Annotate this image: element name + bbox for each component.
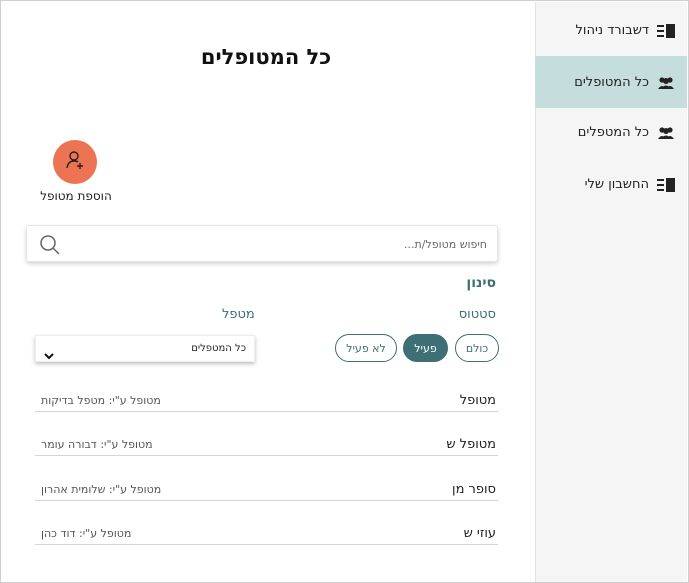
patient-row[interactable]: סופר מן מטופל ע"י: שלומית אהרון	[35, 479, 498, 501]
patient-row[interactable]: עוזי ש מטופל ע"י: דוד כהן	[35, 523, 498, 545]
sidebar-item-dashboard[interactable]: דשבורד ניהול	[535, 4, 687, 56]
patient-therapist: מטופל ע"י: מטפל בדיקות	[41, 394, 161, 407]
add-patient-label: הוספת מטופל	[40, 189, 112, 203]
therapist-select-value: כל המטפלים	[191, 343, 246, 354]
document-list-icon	[657, 23, 675, 38]
filter-title: סינון	[466, 275, 496, 291]
add-patient-button[interactable]	[53, 140, 97, 184]
status-filter-label: סטטוס	[458, 307, 496, 322]
sidebar-item-label: החשבון שלי	[584, 176, 649, 192]
document-list-icon	[657, 177, 675, 192]
users-icon	[657, 125, 675, 139]
patient-name: מטופל	[459, 393, 496, 408]
sidebar-item-label: דשבורד ניהול	[575, 22, 649, 38]
therapist-select[interactable]: כל המטפלים	[35, 335, 255, 362]
sidebar-item-all-patients[interactable]: כל המטופלים	[535, 56, 687, 108]
patient-name: סופר מן	[452, 482, 496, 497]
status-inactive-button[interactable]: לא פעיל	[335, 334, 397, 362]
patient-row[interactable]: מטופל מטופל ע"י: מטפל בדיקות	[35, 390, 498, 412]
patient-name: עוזי ש	[463, 526, 496, 541]
therapist-filter-label: מטפל	[222, 307, 255, 322]
chevron-down-icon	[44, 345, 54, 359]
sidebar: דשבורד ניהול כל המטופלים כל המטפלים החשב…	[535, 2, 687, 582]
search-icon[interactable]	[39, 234, 61, 256]
sidebar-item-label: כל המטופלים	[574, 74, 649, 90]
users-icon	[657, 75, 675, 89]
sidebar-item-my-account[interactable]: החשבון שלי	[535, 158, 687, 210]
search-input[interactable]	[97, 234, 487, 254]
patient-therapist: מטופל ע"י: דוד כהן	[41, 527, 132, 540]
patient-therapist: מטופל ע"י: דבורה עומר	[41, 438, 153, 451]
sidebar-item-label: כל המטפלים	[577, 124, 649, 140]
search-box	[26, 225, 498, 262]
patient-name: מטופל ש	[446, 437, 496, 452]
status-active-button[interactable]: פעיל	[403, 334, 448, 362]
patient-row[interactable]: מטופל ש מטופל ע"י: דבורה עומר	[35, 434, 498, 456]
sidebar-item-all-therapists[interactable]: כל המטפלים	[535, 106, 687, 158]
status-all-button[interactable]: כולם	[455, 334, 499, 362]
page-title: כל המטופלים	[200, 45, 332, 69]
add-user-icon	[64, 149, 86, 175]
patient-therapist: מטופל ע"י: שלומית אהרון	[41, 483, 162, 496]
app-frame: דשבורד ניהול כל המטופלים כל המטפלים החשב…	[0, 0, 689, 583]
